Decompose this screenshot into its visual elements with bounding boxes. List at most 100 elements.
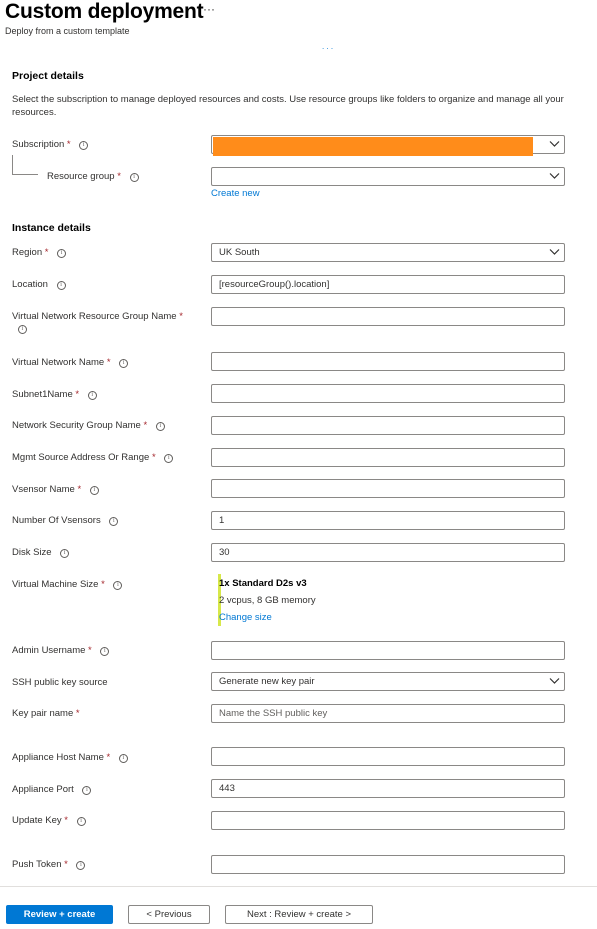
vnet-name-label: Virtual Network Name * i xyxy=(12,357,129,368)
admin-username-label: Admin Username * i xyxy=(12,645,110,656)
info-icon[interactable]: i xyxy=(100,647,110,656)
required-marker: * xyxy=(66,139,71,150)
label-text: Key pair name xyxy=(12,708,74,719)
required-marker: * xyxy=(106,752,111,763)
disk-size-input[interactable]: 30 xyxy=(211,543,565,562)
project-description: Select the subscription to manage deploy… xyxy=(12,94,564,118)
review-create-button[interactable]: Review + create xyxy=(6,905,113,924)
nsg-name-label: Network Security Group Name * i xyxy=(12,420,165,431)
info-icon[interactable]: i xyxy=(60,549,70,558)
disk-size-label: Disk Size i xyxy=(12,547,70,558)
label-text: Network Security Group Name xyxy=(12,420,141,431)
vsensor-name-input[interactable] xyxy=(211,479,565,498)
info-icon[interactable]: i xyxy=(164,454,174,463)
info-icon[interactable]: i xyxy=(109,517,119,526)
info-icon[interactable]: i xyxy=(76,817,86,826)
push-token-input[interactable] xyxy=(211,855,565,874)
location-label: Location i xyxy=(12,279,66,290)
location-input[interactable]: [resourceGroup().location] xyxy=(211,275,565,294)
required-marker: * xyxy=(88,645,92,656)
label-text: Location xyxy=(12,279,48,290)
tree-connector xyxy=(12,155,13,174)
appliance-port-input[interactable]: 443 xyxy=(211,779,565,798)
info-icon[interactable]: i xyxy=(118,754,128,763)
info-icon[interactable]: i xyxy=(87,391,97,400)
info-icon[interactable]: i xyxy=(82,786,92,795)
appliance-port-label: Appliance Port i xyxy=(12,784,92,795)
info-icon[interactable]: i xyxy=(113,581,123,590)
info-icon[interactable]: i xyxy=(57,249,67,258)
update-key-label: Update Key * i xyxy=(12,815,86,826)
vm-size-detail: 2 vcpus, 8 GB memory xyxy=(219,595,316,606)
info-icon[interactable]: i xyxy=(76,861,86,870)
vnet-rg-name-input[interactable] xyxy=(211,307,565,326)
subnet1-name-input[interactable] xyxy=(211,384,565,403)
region-dropdown[interactable]: UK South xyxy=(211,243,565,262)
mgmt-source-label: Mgmt Source Address Or Range * i xyxy=(12,452,174,463)
info-icon[interactable]: i xyxy=(155,422,165,431)
info-icon[interactable]: i xyxy=(119,359,129,368)
label-text: Subnet1Name xyxy=(12,389,73,400)
chevron-down-icon xyxy=(549,678,560,684)
label-text: Subscription xyxy=(12,139,65,150)
subnet1-name-label: Subnet1Name * i xyxy=(12,389,97,400)
appliance-host-input[interactable] xyxy=(211,747,565,766)
info-icon[interactable]: i xyxy=(18,325,27,334)
vnet-name-input[interactable] xyxy=(211,352,565,371)
required-marker: * xyxy=(101,579,105,590)
info-icon[interactable]: i xyxy=(129,173,139,182)
instance-details-heading: Instance details xyxy=(12,222,91,234)
vsensor-name-label: Vsensor Name * i xyxy=(12,484,99,495)
more-ellipsis-icon[interactable]: ··· xyxy=(203,2,215,16)
page-subtitle: Deploy from a custom template xyxy=(5,26,130,36)
next-button[interactable]: Next : Review + create > xyxy=(225,905,373,924)
label-text: Disk Size xyxy=(12,547,52,558)
chevron-down-icon xyxy=(549,173,560,179)
vm-size-label: Virtual Machine Size * i xyxy=(12,579,123,590)
create-new-resource-group-link[interactable]: Create new xyxy=(211,188,260,199)
required-marker: * xyxy=(64,859,68,870)
required-marker: * xyxy=(64,815,68,826)
page-title: Custom deployment xyxy=(5,0,204,23)
ssh-source-label: SSH public key source xyxy=(12,677,108,688)
info-icon[interactable]: i xyxy=(56,281,66,290)
required-marker: * xyxy=(75,708,80,719)
num-vsensors-label: Number Of Vsensors i xyxy=(12,515,119,526)
mgmt-source-input[interactable] xyxy=(211,448,565,467)
key-pair-name-label: Key pair name * xyxy=(12,708,80,719)
nsg-name-input[interactable] xyxy=(211,416,565,435)
previous-button[interactable]: < Previous xyxy=(128,905,210,924)
required-marker: * xyxy=(179,311,183,322)
label-text: Virtual Network Name xyxy=(12,357,105,368)
admin-username-input[interactable] xyxy=(211,641,565,660)
required-marker: * xyxy=(77,484,82,495)
chevron-down-icon xyxy=(549,249,560,255)
label-text: Virtual Network Resource Group Name xyxy=(12,311,177,322)
label-text: Region xyxy=(12,247,43,258)
ssh-source-dropdown[interactable]: Generate new key pair xyxy=(211,672,565,691)
info-icon[interactable]: i xyxy=(79,141,89,150)
field-value: Generate new key pair xyxy=(219,676,315,687)
required-marker: * xyxy=(151,452,156,463)
push-token-label: Push Token * i xyxy=(12,859,86,870)
project-details-heading: Project details xyxy=(12,70,84,82)
subscription-label: Subscription * i xyxy=(12,139,89,150)
required-marker: * xyxy=(75,389,80,400)
label-text: Push Token xyxy=(12,859,62,870)
label-text: Virtual Machine Size xyxy=(12,579,99,590)
key-pair-name-input[interactable]: Name the SSH public key xyxy=(211,704,565,723)
required-marker: * xyxy=(117,171,121,182)
label-text: Mgmt Source Address Or Range xyxy=(12,452,150,463)
num-vsensors-input[interactable]: 1 xyxy=(211,511,565,530)
vm-size-name: 1x Standard D2s v3 xyxy=(219,578,307,589)
chevron-down-icon xyxy=(549,141,560,147)
change-size-link[interactable]: Change size xyxy=(219,612,272,623)
redacted-subscription xyxy=(213,137,533,156)
resource-group-label: Resource group * i xyxy=(47,171,139,182)
resource-group-dropdown[interactable] xyxy=(211,167,565,186)
field-value: UK South xyxy=(219,247,260,258)
update-key-input[interactable] xyxy=(211,811,565,830)
info-icon[interactable]: i xyxy=(89,486,99,495)
required-marker: * xyxy=(143,420,148,431)
label-text: Appliance Host Name xyxy=(12,752,104,763)
